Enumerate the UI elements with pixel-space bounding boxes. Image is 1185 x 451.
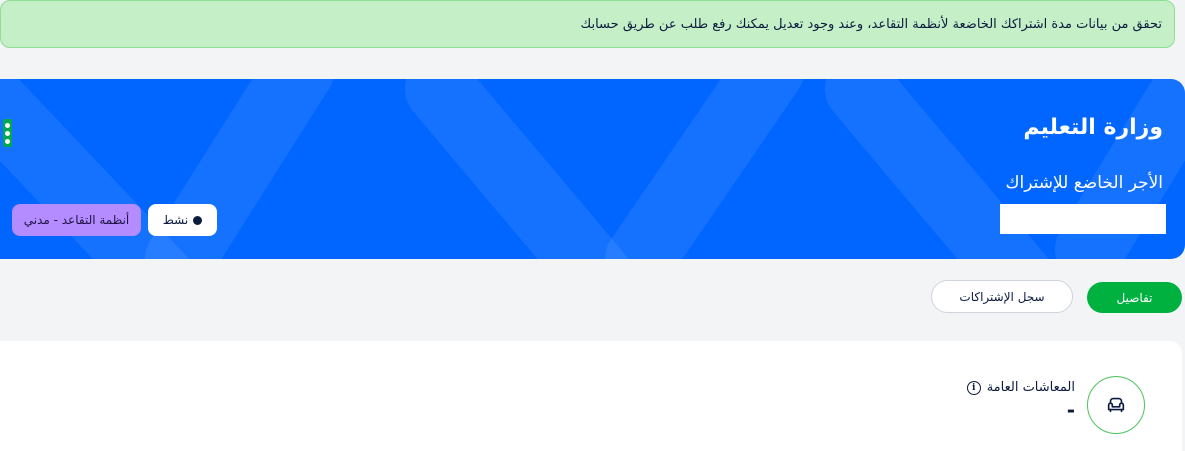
tab-details[interactable]: تفاصيل: [1087, 282, 1182, 313]
status-dot-icon: [193, 215, 203, 225]
retirement-type-label: أنظمة التقاعد - مدني: [23, 213, 130, 227]
info-alert: تحقق من بيانات مدة اشتراكك الخاضعة لأنظم…: [0, 0, 1175, 48]
status-badge: نشط: [148, 204, 217, 236]
details-card: [0, 341, 1182, 451]
public-pensions-label-row: المعاشات العامة i: [966, 380, 1075, 395]
tab-subscriptions-history[interactable]: سجل الإشتراكات: [931, 280, 1073, 313]
public-pensions-value: -: [1066, 398, 1075, 422]
status-label: نشط: [162, 213, 189, 227]
armchair-icon: [1087, 376, 1145, 434]
subject-wage-value: [1000, 204, 1166, 234]
public-pensions-label: المعاشات العامة: [986, 380, 1075, 395]
subscription-hero-card: وزارة التعليم الأجر الخاضع للإشتراك نشط …: [0, 79, 1185, 259]
subject-wage-label: الأجر الخاضع للإشتراك: [1005, 173, 1163, 193]
alert-text: تحقق من بيانات مدة اشتراكك الخاضعة لأنظم…: [580, 16, 1162, 32]
retirement-type-badge: أنظمة التقاعد - مدني: [12, 204, 141, 236]
organization-title: وزارة التعليم: [1023, 115, 1163, 140]
kebab-menu-icon[interactable]: [3, 119, 12, 147]
info-icon[interactable]: i: [966, 380, 981, 395]
